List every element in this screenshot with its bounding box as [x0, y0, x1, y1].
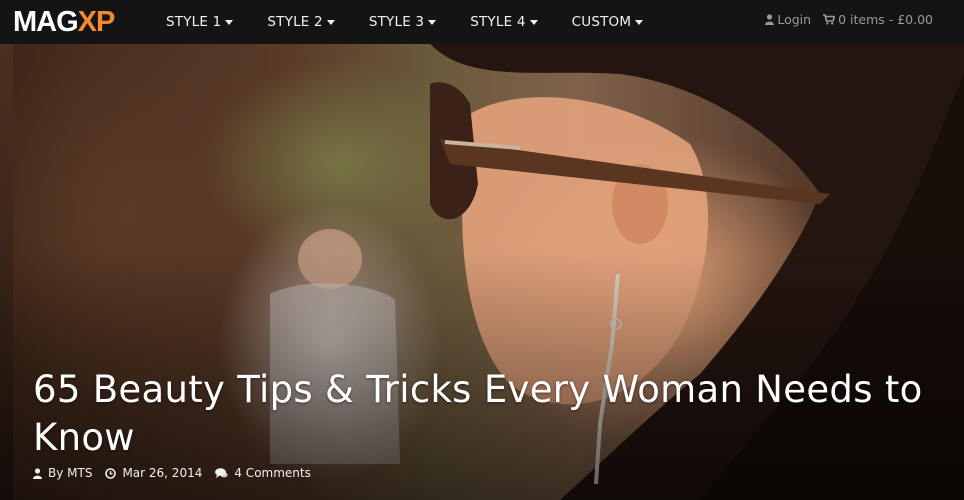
menu-item-style-1[interactable]: STYLE 1 [166, 0, 234, 44]
user-icon [765, 13, 775, 25]
post-comments[interactable]: 4 Comments [215, 466, 311, 480]
menu-item-style-2[interactable]: STYLE 2 [267, 0, 335, 44]
main-menu: STYLE 1 STYLE 2 STYLE 3 STYLE 4 CUSTOM [150, 0, 677, 44]
comments-icon [215, 467, 228, 478]
comments-label: 4 Comments [234, 466, 311, 480]
caret-down-icon [529, 20, 538, 25]
clock-icon [105, 467, 117, 479]
caret-down-icon [635, 20, 644, 25]
cart-icon [823, 13, 836, 25]
menu-item-label: STYLE 2 [267, 14, 323, 30]
logo-text-mag: MAG [13, 6, 79, 38]
cart-summary: 0 items - £0.00 [838, 11, 933, 27]
login-label: Login [777, 11, 812, 27]
logo-text-xp: XP [77, 6, 116, 38]
top-navigation-bar: MAGXP STYLE 1 STYLE 2 STYLE 3 STYLE 4 CU… [0, 0, 964, 44]
user-icon [33, 467, 42, 479]
menu-item-style-4[interactable]: STYLE 4 [470, 0, 538, 44]
post-meta: By MTS Mar 26, 2014 4 Comments [33, 464, 324, 482]
featured-post-hero[interactable]: 65 Beauty Tips & Tricks Every Woman Need… [0, 44, 964, 500]
post-title[interactable]: 65 Beauty Tips & Tricks Every Woman Need… [33, 366, 953, 462]
caret-down-icon [428, 20, 437, 25]
menu-item-label: CUSTOM [571, 14, 632, 30]
post-date: Mar 26, 2014 [105, 466, 202, 480]
caret-down-icon [225, 20, 234, 25]
date-label: Mar 26, 2014 [122, 466, 203, 480]
site-logo[interactable]: MAGXP [13, 5, 116, 39]
menu-item-style-3[interactable]: STYLE 3 [368, 0, 437, 44]
account-links: Login 0 items - £0.00 [765, 0, 933, 38]
author-label: By MTS [48, 466, 93, 480]
login-link[interactable]: Login [765, 12, 811, 27]
menu-item-label: STYLE 3 [368, 14, 425, 30]
menu-item-label: STYLE 1 [166, 14, 222, 30]
caret-down-icon [326, 20, 335, 25]
menu-item-custom[interactable]: CUSTOM [572, 0, 644, 44]
cart-link[interactable]: 0 items - £0.00 [823, 12, 933, 27]
post-author[interactable]: By MTS [33, 466, 92, 480]
menu-item-label: STYLE 4 [470, 14, 526, 30]
